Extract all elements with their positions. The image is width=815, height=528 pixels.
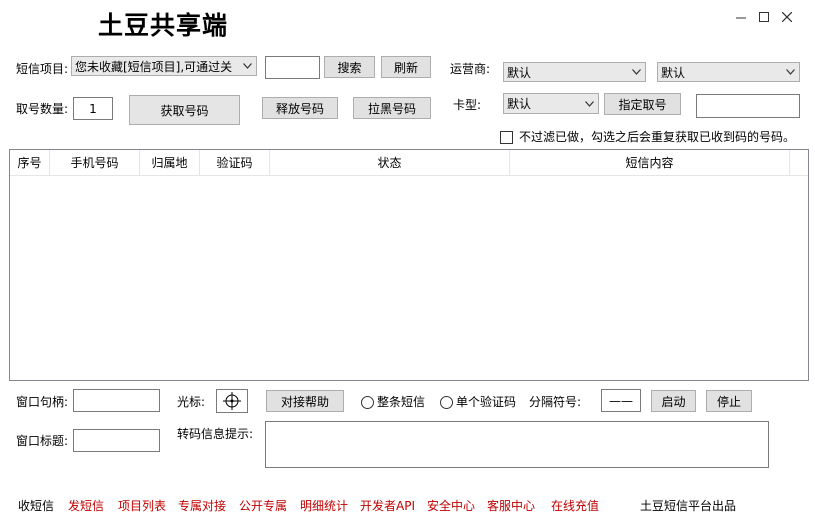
sms-project-label: 短信项目: xyxy=(16,62,69,76)
close-icon xyxy=(782,12,792,22)
sms-table[interactable]: 序号 手机号码 归属地 验证码 状态 短信内容 xyxy=(9,149,809,381)
count-input[interactable]: 1 xyxy=(73,97,113,120)
carrier-select[interactable]: 默认 xyxy=(503,62,646,82)
radio-single-code-circle[interactable] xyxy=(440,395,453,409)
footer-link-support[interactable]: 客服中心 xyxy=(487,497,535,514)
carrier2-value: 默认 xyxy=(661,65,686,80)
column-header-phone[interactable]: 手机号码 xyxy=(50,150,140,176)
sms-project-value: 您未收藏[短信项目],可通过关 xyxy=(75,59,233,74)
window-handle-input[interactable] xyxy=(73,389,160,412)
column-header-status[interactable]: 状态 xyxy=(270,150,510,176)
stop-button[interactable]: 停止 xyxy=(706,390,752,412)
filter-checkbox-row[interactable]: 不过滤已做，勾选之后会重复获取已收到码的号码。 xyxy=(500,129,795,145)
separator-label: 分隔符号: xyxy=(529,395,582,409)
window-title-input[interactable] xyxy=(73,429,160,452)
window-handle-label: 窗口句柄: xyxy=(16,395,69,409)
maximize-button[interactable] xyxy=(754,8,774,26)
column-header-index[interactable]: 序号 xyxy=(10,150,50,176)
footer-credit: 土豆短信平台出品 xyxy=(640,499,737,513)
column-header-location[interactable]: 归属地 xyxy=(140,150,200,176)
close-button[interactable] xyxy=(777,8,797,26)
radio-single-code[interactable]: 单个验证码 xyxy=(440,394,516,410)
assign-number-input[interactable] xyxy=(696,94,800,118)
footer-link-security[interactable]: 安全中心 xyxy=(427,497,475,514)
footer-link-project-list[interactable]: 项目列表 xyxy=(118,497,166,514)
transcode-hint-label: 转码信息提示: xyxy=(177,427,254,441)
table-header: 序号 手机号码 归属地 验证码 状态 短信内容 xyxy=(10,150,808,176)
search-input[interactable] xyxy=(265,56,320,79)
sms-project-select[interactable]: 您未收藏[短信项目],可通过关 xyxy=(71,56,257,76)
start-button[interactable]: 启动 xyxy=(651,390,696,412)
integration-help-button[interactable]: 对接帮助 xyxy=(266,390,344,412)
carrier2-select[interactable]: 默认 xyxy=(657,62,800,82)
release-number-button[interactable]: 释放号码 xyxy=(262,97,338,119)
radio-whole-sms-circle[interactable] xyxy=(361,395,374,409)
footer-link-receive-sms[interactable]: 收短信 xyxy=(18,497,54,514)
footer-link-statistics[interactable]: 明细统计 xyxy=(300,497,348,514)
chevron-down-icon xyxy=(630,63,642,81)
footer-link-exclusive[interactable]: 专属对接 xyxy=(178,497,226,514)
maximize-icon xyxy=(759,12,769,22)
column-header-content[interactable]: 短信内容 xyxy=(510,150,790,176)
assign-number-button[interactable]: 指定取号 xyxy=(604,93,681,115)
chevron-down-icon xyxy=(583,94,595,113)
chevron-down-icon xyxy=(784,63,796,81)
get-number-button[interactable]: 获取号码 xyxy=(129,95,240,125)
app-title: 土豆共享端 xyxy=(98,11,229,40)
radio-whole-sms[interactable]: 整条短信 xyxy=(361,394,425,410)
search-button[interactable]: 搜索 xyxy=(324,56,375,78)
footer-link-developer-api[interactable]: 开发者API xyxy=(360,497,415,514)
minimize-icon xyxy=(736,17,746,19)
radio-single-code-label: 单个验证码 xyxy=(456,395,517,409)
separator-input[interactable]: —— xyxy=(601,389,641,412)
column-header-code[interactable]: 验证码 xyxy=(200,150,270,176)
chevron-down-icon xyxy=(241,57,253,75)
cursor-picker[interactable] xyxy=(216,389,248,413)
card-type-value: 默认 xyxy=(507,97,532,111)
card-type-select[interactable]: 默认 xyxy=(503,93,599,114)
carrier-value: 默认 xyxy=(507,65,532,80)
blacklist-number-button[interactable]: 拉黑号码 xyxy=(353,97,431,119)
footer-link-recharge[interactable]: 在线充值 xyxy=(551,497,599,514)
filter-checkbox[interactable] xyxy=(500,130,513,144)
crosshair-icon xyxy=(223,392,241,410)
minimize-button[interactable] xyxy=(731,8,751,26)
footer-link-public-exclusive[interactable]: 公开专属 xyxy=(239,497,287,514)
carrier-label: 运营商: xyxy=(450,62,491,76)
cursor-label: 光标: xyxy=(177,395,206,409)
window-title-label: 窗口标题: xyxy=(16,434,69,448)
radio-whole-sms-label: 整条短信 xyxy=(377,395,426,409)
footer-link-send-sms[interactable]: 发短信 xyxy=(68,497,104,514)
transcode-hint-box[interactable] xyxy=(265,421,769,468)
refresh-button[interactable]: 刷新 xyxy=(381,56,431,78)
filter-checkbox-label: 不过滤已做，勾选之后会重复获取已收到码的号码。 xyxy=(519,130,796,144)
count-label: 取号数量: xyxy=(16,102,69,116)
card-type-label: 卡型: xyxy=(453,98,482,112)
